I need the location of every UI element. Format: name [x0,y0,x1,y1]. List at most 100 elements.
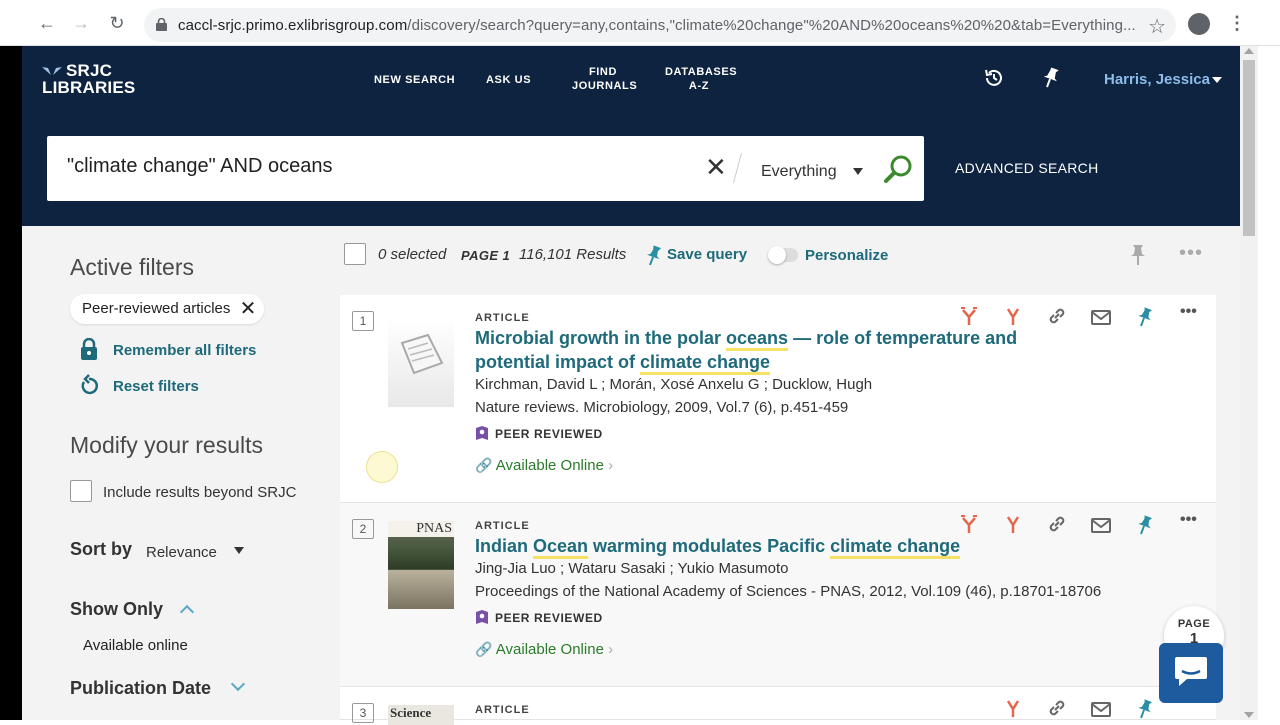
remember-all-filters-link[interactable]: Remember all filters [113,342,256,359]
pin-record-icon[interactable] [1136,699,1154,719]
modify-results-heading: Modify your results [70,432,264,458]
clear-search-icon[interactable]: ✕ [705,152,727,182]
search-bar: ✕ Everything [47,136,924,201]
vertical-scrollbar[interactable] [1240,46,1258,720]
include-beyond-label: Include results beyond SRJC [103,484,297,501]
back-icon[interactable]: ← [36,12,58,34]
more-actions-icon[interactable]: ••• [1180,512,1202,535]
advanced-search-link[interactable]: ADVANCED SEARCH [955,160,1099,176]
search-scope-select[interactable]: Everything [761,163,837,181]
peer-reviewed-badge: PEER REVIEWED [475,425,603,441]
remove-filter-icon[interactable]: ✕ [240,294,257,324]
click-highlight-cursor [366,451,398,483]
result-item[interactable]: 3 Science ARTICLE [340,687,1216,725]
available-online-link[interactable]: 🔗 Available Online › [475,641,613,658]
personalize-toggle[interactable] [768,246,798,264]
sort-by-label: Sort by [70,539,133,559]
save-query-pin-icon[interactable] [646,245,662,267]
select-all-checkbox[interactable] [344,243,366,265]
user-menu[interactable]: Harris, Jessica [1104,71,1210,88]
link-icon: 🔗 [475,641,493,657]
right-gutter [1258,46,1280,720]
save-query-button[interactable]: Save query [667,246,747,263]
permalink-icon[interactable] [1048,307,1066,327]
more-options-icon[interactable]: ••• [1179,242,1203,265]
logo-wing-icon [42,67,62,75]
bookmark-star-icon[interactable]: ☆ [1148,14,1166,39]
citation-trail-icon[interactable] [960,307,978,327]
result-number: 2 [352,519,374,539]
nav-find-journals[interactable]: FIND JOURNALS [572,65,637,93]
email-icon[interactable] [1091,699,1111,719]
result-type: ARTICLE [475,312,530,324]
show-only-heading[interactable]: Show Only [70,599,163,620]
publication-date-heading[interactable]: Publication Date [70,678,211,699]
site-header: SRJC LIBRARIES NEW SEARCH ASK US FIND JOU… [22,46,1240,226]
lock-icon [81,338,97,360]
active-filters-heading: Active filters [70,254,194,280]
chevron-right-icon: › [608,457,614,474]
pin-record-icon[interactable] [1136,515,1154,535]
nav-ask-us[interactable]: ASK US [486,73,531,87]
journal-cover-thumbnail: PNAS [388,521,454,609]
result-actions: ••• [958,304,1208,329]
search-icon[interactable] [883,153,915,185]
link-icon: 🔗 [475,457,493,473]
reset-filters-link[interactable]: Reset filters [113,378,199,395]
permalink-icon[interactable] [1048,515,1066,535]
result-title-link[interactable]: Microbial growth in the polar oceans — r… [475,326,1035,375]
pin-record-icon[interactable] [1136,307,1154,327]
result-source: Proceedings of the National Academy of S… [475,583,1102,600]
email-icon[interactable] [1091,515,1111,535]
result-authors: Kirchman, David L ; Morán, Xosé Anxelu G… [475,376,873,393]
more-actions-icon[interactable]: ••• [1180,304,1202,327]
scope-caret-icon[interactable] [853,168,863,175]
account-icon[interactable] [1188,13,1210,35]
browser-menu-icon[interactable]: ⋮ [1228,12,1246,34]
citation-trail-icon[interactable] [960,515,978,535]
srjc-libraries-logo[interactable]: SRJC LIBRARIES [42,62,135,96]
search-history-icon[interactable] [983,67,1005,89]
cited-by-icon[interactable] [1004,515,1022,535]
chat-button[interactable] [1159,643,1223,703]
lock-icon [156,18,167,31]
result-authors: Jing-Jia Luo ; Wataru Sasaki ; Yukio Mas… [475,560,789,577]
permalink-icon[interactable] [1048,699,1066,719]
cited-by-icon[interactable] [1004,699,1022,719]
expand-chevron-icon[interactable] [230,676,246,692]
pinned-items-icon[interactable] [1040,66,1062,88]
scrollbar-thumb[interactable] [1243,60,1255,236]
personalize-label[interactable]: Personalize [805,247,888,264]
result-title-link[interactable]: Indian Ocean warming modulates Pacific c… [475,534,1095,559]
nav-new-search[interactable]: NEW SEARCH [374,73,455,87]
peer-reviewed-icon [476,610,488,624]
address-bar[interactable]: caccl-srjc.primo.exlibrisgroup.com/disco… [144,8,1176,42]
browser-toolbar: ← → ↻ caccl-srjc.primo.exlibrisgroup.com… [0,0,1280,46]
journal-cover-thumbnail: Science [388,705,454,725]
chat-bubble-icon [1175,657,1207,686]
nav-databases-az[interactable]: DATABASES A-Z [665,65,737,93]
forward-icon[interactable]: → [70,12,92,34]
article-thumbnail-icon [388,319,454,407]
pin-icon[interactable] [1130,244,1146,266]
search-input[interactable] [67,155,667,178]
sort-select[interactable]: Relevance [146,544,217,561]
main-content: Active filters Peer-reviewed articles ✕ … [22,226,1240,725]
include-beyond-checkbox[interactable] [70,480,92,502]
cited-by-icon[interactable] [1004,307,1022,327]
sort-caret-icon[interactable] [234,547,244,554]
user-caret-icon[interactable] [1212,77,1222,83]
reload-icon[interactable]: ↻ [106,12,128,34]
result-number: 1 [352,311,374,331]
result-number: 3 [352,703,374,723]
filter-chip-peer-reviewed: Peer-reviewed articles ✕ [70,294,265,324]
result-item[interactable]: 2 PNAS ARTICLE Indian Ocean warming modu… [340,503,1216,687]
reset-icon [81,374,98,395]
email-icon[interactable] [1091,307,1111,327]
result-item[interactable]: 1 ARTICLE Microbial growth in the polar … [340,295,1216,503]
available-online-facet[interactable]: Available online [83,637,188,654]
scroll-up-icon[interactable] [1244,48,1254,54]
available-online-link[interactable]: 🔗 Available Online › [475,457,613,474]
scroll-down-icon[interactable] [1244,712,1254,718]
collapse-chevron-icon[interactable] [179,604,195,620]
